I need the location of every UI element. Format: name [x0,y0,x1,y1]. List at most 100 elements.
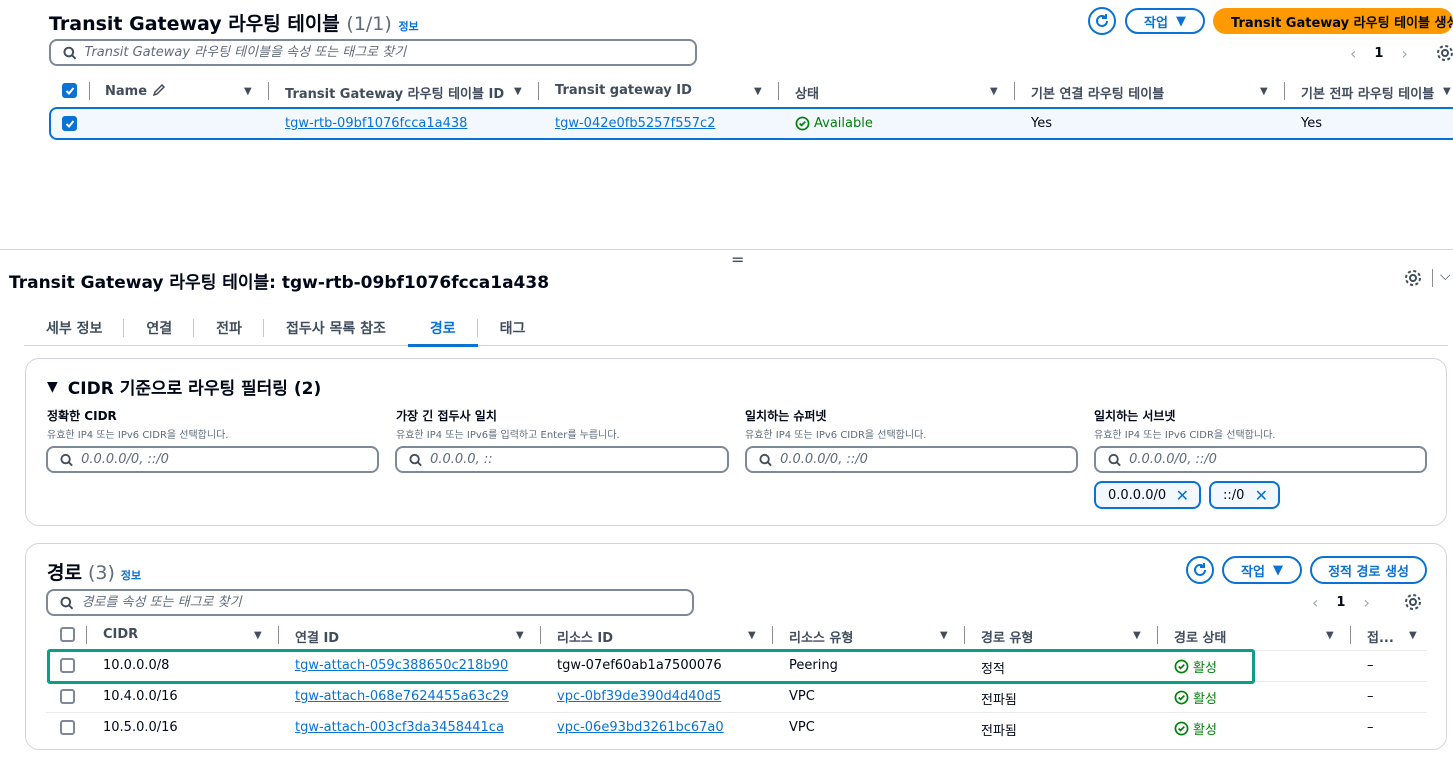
rtb-id-link[interactable]: tgw-rtb-09bf1076fcca1a438 [285,116,467,131]
tab-tags[interactable]: 태그 [478,310,548,346]
create-static-route-button[interactable]: 정적 경로 생성 [1310,556,1427,584]
row-checkbox[interactable] [60,720,75,735]
column-header-rtb-id[interactable]: Transit Gateway 라우팅 테이블 ID [285,83,504,102]
info-link[interactable]: 정보 [121,567,141,583]
filter-token: ::/0 ✕ [1209,481,1280,509]
resource-id-link[interactable]: vpc-06e93bd3261bc67a0 [557,720,724,735]
next-page-icon[interactable]: › [1363,593,1369,612]
create-route-table-button[interactable]: Transit Gateway 라우팅 테이블 생성 [1213,8,1453,34]
supernet-field[interactable] [745,446,1078,473]
tab-details[interactable]: 세부 정보 [24,310,125,346]
close-icon[interactable]: ✕ [1176,486,1189,505]
tab-prefix-list-references[interactable]: 접두사 목록 참조 [264,310,408,346]
search-icon [60,596,74,609]
refresh-button[interactable] [1186,556,1214,584]
check-icon [65,119,74,128]
column-header-resource-id[interactable]: 리소스 ID [557,627,613,646]
resource-id-link[interactable]: vpc-0bf39de390d4d40d5 [557,689,721,704]
supernet-label: 일치하는 슈퍼넷 [745,409,827,423]
column-header-cidr[interactable]: CIDR [103,627,138,642]
column-header-status[interactable]: 상태 [795,83,819,102]
table-row-selected[interactable] [49,107,1453,140]
column-header-default-propagation[interactable]: 기본 전파 라우팅 테이블 [1301,83,1436,102]
column-header-prefix[interactable]: 접... [1367,627,1394,646]
column-header-attachment-id[interactable]: 연결 ID [295,627,339,646]
column-separator [538,82,539,100]
current-page[interactable]: 1 [1374,46,1383,61]
current-page[interactable]: 1 [1336,595,1345,610]
sort-icon[interactable]: ▼ [244,86,252,97]
column-header-route-type[interactable]: 경로 유형 [981,627,1033,646]
longest-prefix-input[interactable] [430,452,727,467]
column-header-tgw-id[interactable]: Transit gateway ID [555,83,692,98]
sort-icon[interactable]: ▼ [1409,630,1417,641]
column-header-default-association[interactable]: 기본 연결 라우팅 테이블 [1031,83,1164,102]
close-icon[interactable]: ✕ [1255,486,1268,505]
check-circle-icon [795,116,810,131]
prefix-list-value: – [1367,720,1374,735]
exact-cidr-field[interactable] [46,446,379,473]
column-separator [89,82,90,100]
routes-settings-button[interactable] [1404,593,1422,615]
filter-token: 0.0.0.0/0 ✕ [1094,481,1201,509]
subnet-field[interactable] [1094,446,1427,473]
column-header-name[interactable]: Name [105,83,166,99]
longest-prefix-field[interactable] [395,446,729,473]
check-circle-icon [1174,690,1189,705]
attachment-id-link[interactable]: tgw-attach-003cf3da3458441ca [295,720,504,735]
tab-routes[interactable]: 경로 [407,310,478,347]
tgw-id-link[interactable]: tgw-042e0fb5257f557c2 [555,116,715,131]
tab-propagations[interactable]: 전파 [194,310,264,346]
sort-icon[interactable]: ▼ [1443,86,1451,97]
sort-icon[interactable]: ▼ [940,630,948,641]
sort-icon[interactable]: ▼ [748,630,756,641]
row-checkbox[interactable] [62,116,77,131]
subnet-input[interactable] [1129,452,1425,467]
select-all-checkbox[interactable] [60,627,75,642]
column-separator [268,82,269,100]
settings-button[interactable] [1436,44,1453,66]
column-separator [1014,82,1015,100]
search-icon [1108,453,1121,466]
tab-associations[interactable]: 연결 [124,310,195,346]
sort-icon[interactable]: ▼ [754,86,762,97]
search-field[interactable] [49,39,697,66]
row-checkbox[interactable] [60,689,75,704]
routes-actions-dropdown[interactable]: 작업 ▼ [1222,556,1302,584]
chevron-down-icon[interactable]: ⌵ [1440,268,1451,284]
sort-icon[interactable]: ▼ [990,86,998,97]
resource-type: VPC [789,720,815,735]
routes-search-field[interactable] [46,589,694,616]
search-input[interactable] [84,45,695,60]
default-association-value: Yes [1031,116,1052,131]
supernet-input[interactable] [780,452,1076,467]
filter-panel-header[interactable]: ▼ CIDR 기준으로 라우팅 필터링 (2) [47,374,321,400]
attachment-id-link[interactable]: tgw-attach-068e7624455a63c29 [295,689,509,704]
column-header-resource-type[interactable]: 리소스 유형 [789,627,853,646]
exact-cidr-input[interactable] [81,452,377,467]
drag-handle-icon[interactable]: = [731,250,744,269]
column-separator [772,626,773,644]
info-link[interactable]: 정보 [398,20,418,33]
route-state-text: 활성 [1193,692,1217,707]
column-separator [1350,626,1351,644]
pencil-icon [152,83,165,97]
sort-icon[interactable]: ▼ [514,86,522,97]
refresh-button[interactable] [1088,7,1116,35]
sort-icon[interactable]: ▼ [516,630,524,641]
sort-icon[interactable]: ▼ [1260,86,1268,97]
check-icon [65,86,74,95]
prev-page-icon[interactable]: ‹ [1350,44,1356,63]
split-panel-divider[interactable] [0,249,1453,250]
select-all-checkbox[interactable] [62,83,77,98]
sort-icon[interactable]: ▼ [254,630,262,641]
sort-icon[interactable]: ▼ [1133,630,1141,641]
column-header-route-state[interactable]: 경로 상태 [1174,627,1226,646]
search-icon [63,46,77,59]
detail-settings-button[interactable] [1404,269,1422,291]
sort-icon[interactable]: ▼ [1326,630,1334,641]
routes-search-input[interactable] [81,595,692,610]
prev-page-icon[interactable]: ‹ [1312,593,1318,612]
next-page-icon[interactable]: › [1401,44,1407,63]
actions-dropdown[interactable]: 작업 ▼ [1125,8,1205,34]
